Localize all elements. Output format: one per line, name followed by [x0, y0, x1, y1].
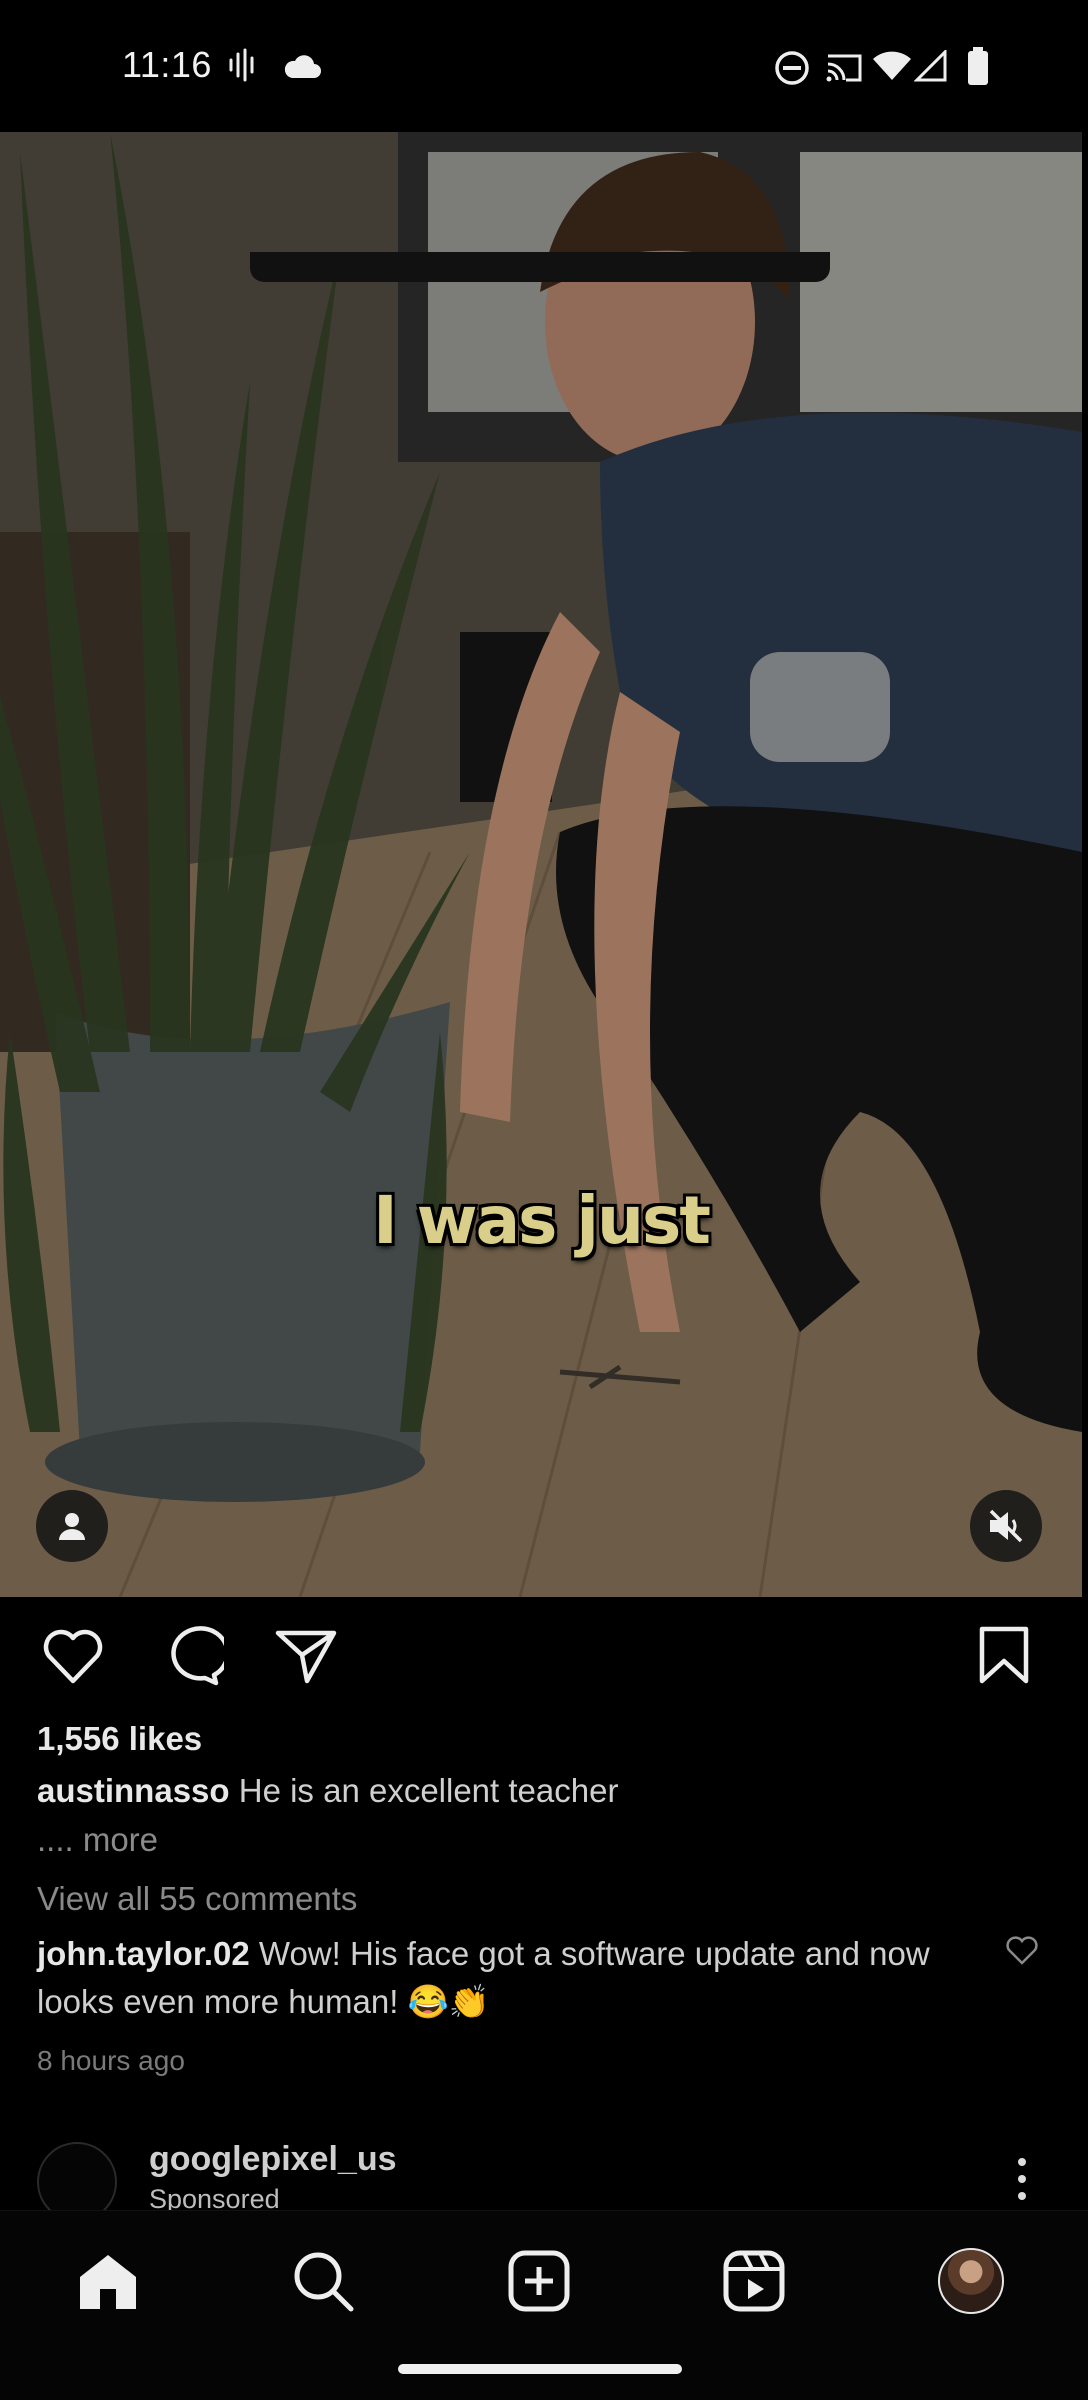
next-post-username[interactable]: googlepixel_us [149, 2140, 397, 2179]
post-actions [0, 1625, 1088, 1695]
nav-reels[interactable] [714, 2241, 794, 2321]
tagged-people-button[interactable] [36, 1490, 108, 1562]
reels-icon [723, 2250, 785, 2312]
post-video[interactable]: I was just [0, 132, 1082, 1597]
caption-more-link[interactable]: .... more [37, 1816, 158, 1864]
save-bookmark-icon[interactable] [976, 1625, 1032, 1687]
top-comment: john.taylor.02 Wow! His face got a softw… [37, 1930, 957, 2026]
status-time: 11:16 [122, 44, 212, 85]
mute-button[interactable] [970, 1490, 1042, 1562]
next-post-avatar[interactable] [37, 2142, 117, 2210]
caption-author[interactable]: austinnasso [37, 1772, 230, 1809]
top-notch-bar [250, 252, 830, 282]
next-post-header: googlepixel_us Sponsored [0, 2130, 1088, 2210]
profile-avatar [938, 2248, 1004, 2314]
more-options-icon[interactable] [1012, 2154, 1032, 2204]
home-icon [80, 2255, 136, 2309]
search-icon [294, 2252, 354, 2312]
do-not-disturb-icon [775, 51, 809, 85]
comment-like-icon[interactable] [1004, 1934, 1040, 1966]
nav-create[interactable] [499, 2241, 579, 2321]
status-bar: 11:16 [0, 0, 1088, 132]
share-icon[interactable] [274, 1625, 340, 1687]
cast-icon [826, 54, 862, 82]
signal-icon [914, 50, 947, 82]
voice-icon [229, 48, 254, 82]
comment-icon[interactable] [158, 1625, 224, 1687]
post-timestamp: 8 hours ago [37, 2045, 185, 2076]
cloud-icon [284, 55, 321, 78]
person-icon [59, 1513, 85, 1540]
muted-speaker-icon [989, 1509, 1023, 1543]
nav-home[interactable] [68, 2241, 148, 2321]
video-caption: I was just [373, 1182, 711, 1259]
view-all-comments-link[interactable]: View all 55 comments [37, 1875, 357, 1923]
battery-icon [968, 47, 988, 85]
nav-profile[interactable] [931, 2241, 1011, 2321]
comment-author[interactable]: john.taylor.02 [37, 1935, 250, 1972]
create-icon [508, 2250, 570, 2312]
video-frame [0, 132, 1082, 1597]
nav-search[interactable] [283, 2241, 363, 2321]
likes-count[interactable]: 1,556 likes [37, 1715, 202, 1763]
caption-text: He is an excellent teacher [238, 1772, 619, 1809]
next-post-sponsored-label: Sponsored [149, 2184, 280, 2210]
wifi-icon [873, 51, 911, 80]
like-icon[interactable] [40, 1625, 106, 1687]
post-caption: austinnasso He is an excellent teacher [37, 1767, 618, 1815]
home-gesture-bar[interactable] [398, 2364, 682, 2374]
